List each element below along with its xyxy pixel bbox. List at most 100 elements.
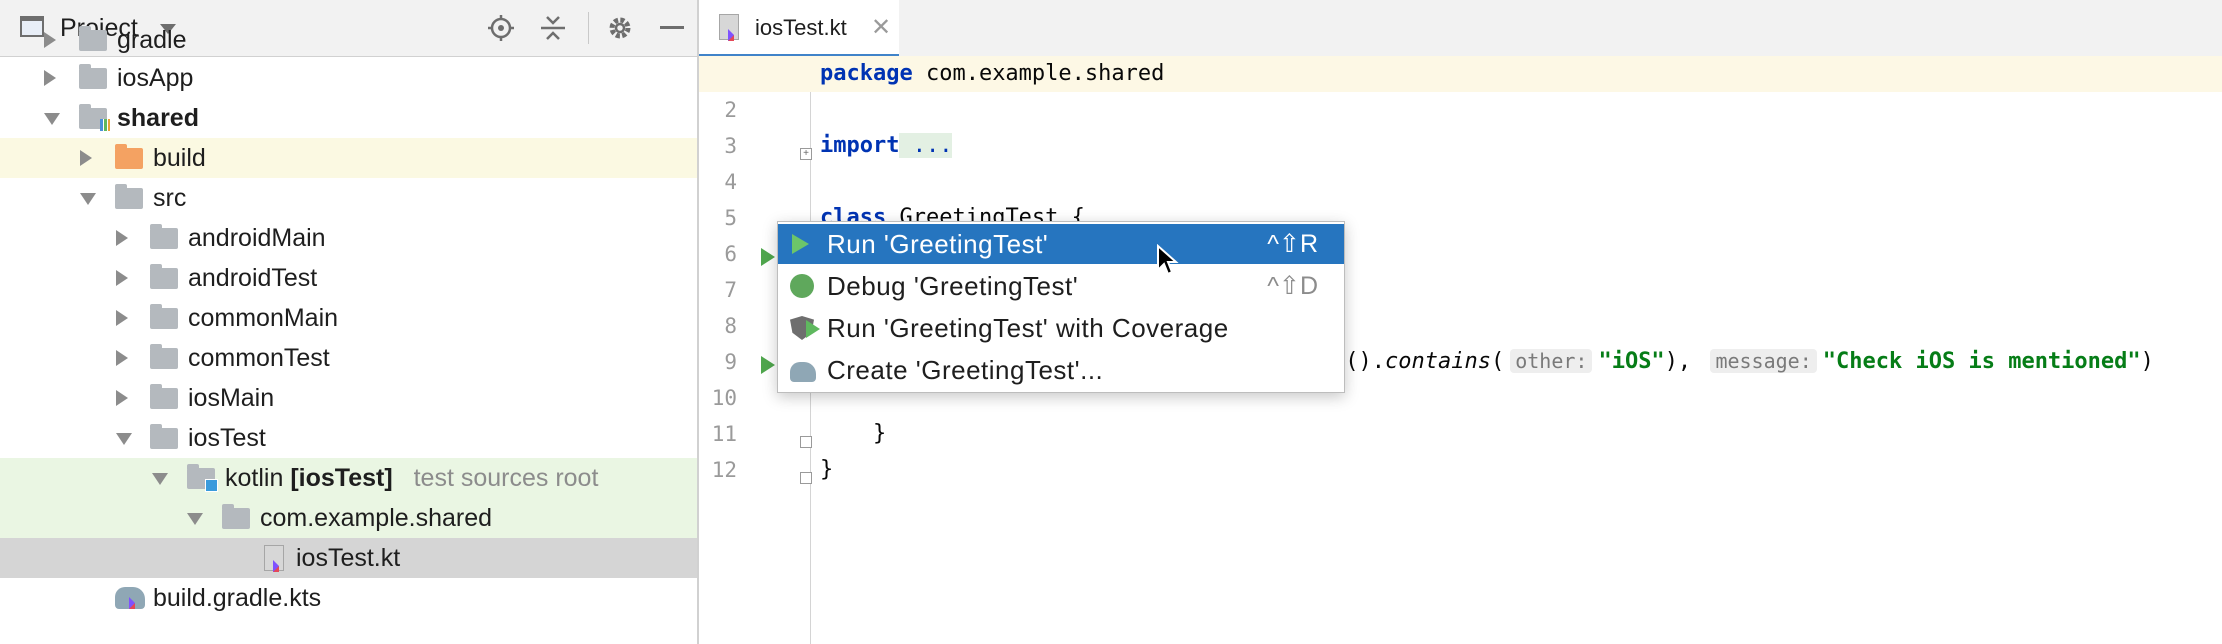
line-number: 8: [724, 314, 737, 338]
tree-item-src[interactable]: src: [0, 178, 697, 218]
fold-icon[interactable]: [800, 472, 812, 484]
menu-item-create-configuration[interactable]: Create 'GreetingTest'...: [778, 350, 1344, 390]
editor-tab-bar: iosTest.kt ✕: [699, 0, 2222, 57]
tree-item-name: kotlin: [225, 464, 284, 492]
folder-icon: [150, 344, 178, 369]
tree-item-label: androidTest: [188, 264, 318, 292]
menu-item-run-with-coverage[interactable]: Run 'GreetingTest' with Coverage: [778, 308, 1344, 348]
tree-item-iostest-kt[interactable]: iosTest.kt: [0, 538, 697, 578]
code-text: ): [2140, 349, 2154, 374]
collapse-arrow-icon[interactable]: [152, 473, 168, 485]
tab-iostest-kt[interactable]: iosTest.kt ✕: [699, 0, 899, 57]
gradle-elephant-icon: [790, 362, 816, 382]
code-line-10: g().contains(other: "iOS"), message: "Chec…: [1332, 349, 2154, 374]
tree-item-label: commonMain: [188, 304, 339, 332]
package-icon: [222, 504, 250, 529]
collapse-arrow-icon[interactable]: [116, 433, 132, 445]
line-number: 12: [711, 458, 737, 482]
parameter-hint: message:: [1710, 349, 1817, 373]
expand-arrow-icon[interactable]: [116, 390, 128, 406]
tree-item-label: kotlin [iosTest] test sources root: [225, 464, 598, 493]
expand-arrow-icon[interactable]: [116, 270, 128, 286]
tree-item-label: iosMain: [188, 384, 275, 412]
tree-item-build[interactable]: build: [0, 138, 697, 178]
tree-item-build-gradle-kts[interactable]: build.gradle.kts: [0, 578, 697, 618]
tree-item-label: src: [153, 184, 187, 212]
folder-icon: [79, 26, 107, 51]
function-call: contains: [1384, 349, 1491, 374]
run-gutter-icon[interactable]: [761, 356, 775, 374]
test-source-folder-icon: [187, 464, 218, 492]
code-text: ),: [1664, 349, 1705, 374]
tree-item-kotlin-iostest[interactable]: kotlin [iosTest] test sources root: [0, 458, 697, 498]
line-number: 7: [724, 278, 737, 302]
code-line-3: import ...: [820, 133, 953, 158]
parameter-hint: other:: [1510, 349, 1593, 373]
menu-item-label: Create 'GreetingTest'...: [827, 355, 1104, 385]
tree-item-iosapp[interactable]: iosApp: [0, 58, 697, 98]
tree-item-iostest[interactable]: iosTest: [0, 418, 697, 458]
source-set-tag: [iosTest]: [290, 464, 393, 492]
tab-label: iosTest.kt: [755, 15, 847, 40]
ide-window: Project gradle iosApp shared build src a…: [0, 0, 2222, 644]
tree-item-androidmain[interactable]: androidMain: [0, 218, 697, 258]
folder-icon: [150, 384, 178, 409]
tree-item-commonmain[interactable]: commonMain: [0, 298, 697, 338]
kotlin-file-icon: [719, 14, 739, 41]
expand-arrow-icon[interactable]: [80, 150, 92, 166]
collapse-arrow-icon[interactable]: [187, 513, 203, 525]
folded-imports[interactable]: ...: [899, 133, 953, 158]
line-number: 2: [724, 98, 737, 122]
expand-arrow-icon[interactable]: [116, 310, 128, 326]
line-number: 10: [711, 386, 737, 410]
tree-item-label: iosTest.kt: [296, 544, 401, 572]
expand-arrow-icon[interactable]: [116, 230, 128, 246]
tree-item-label: gradle: [117, 26, 187, 54]
fold-icon[interactable]: +: [800, 148, 812, 160]
tree-item-gradle[interactable]: gradle: [0, 20, 697, 60]
menu-item-run[interactable]: Run 'GreetingTest' ^⇧R: [778, 224, 1344, 264]
package-name: com.example.shared: [912, 61, 1165, 86]
folder-icon: [150, 304, 178, 329]
folder-icon: [79, 64, 107, 89]
tree-item-label: iosApp: [117, 64, 194, 92]
shortcut-label: ^⇧R: [1267, 230, 1318, 258]
code-line-12: }: [820, 457, 834, 482]
collapse-arrow-icon[interactable]: [44, 113, 60, 125]
tree-item-label: iosTest: [188, 424, 266, 452]
expand-arrow-icon[interactable]: [44, 32, 56, 48]
keyword: package: [820, 61, 913, 86]
expand-arrow-icon[interactable]: [116, 350, 128, 366]
line-number: 9: [724, 350, 737, 374]
gradle-kotlin-file-icon: [115, 587, 145, 609]
folder-icon: [150, 424, 178, 449]
fold-icon[interactable]: [800, 436, 812, 448]
code-line-11: }: [820, 421, 887, 446]
run-actions-popup: Run 'GreetingTest' ^⇧R Debug 'GreetingTe…: [777, 221, 1345, 393]
tree-item-label: androidMain: [188, 224, 326, 252]
tree-item-package[interactable]: com.example.shared: [0, 498, 697, 538]
tree-item-shared[interactable]: shared: [0, 98, 697, 138]
menu-item-debug[interactable]: Debug 'GreetingTest' ^⇧D: [778, 266, 1344, 306]
debug-icon: [790, 274, 814, 298]
run-icon: [792, 234, 809, 254]
expand-arrow-icon[interactable]: [44, 70, 56, 86]
menu-item-label: Run 'GreetingTest' with Coverage: [827, 313, 1229, 343]
collapse-arrow-icon[interactable]: [80, 193, 96, 205]
close-icon[interactable]: ✕: [871, 13, 891, 42]
menu-item-label: Debug 'GreetingTest': [827, 271, 1079, 301]
line-number: 4: [724, 170, 737, 194]
tree-item-iosmain[interactable]: iosMain: [0, 378, 697, 418]
tree-item-label: shared: [117, 104, 199, 132]
keyword: import: [820, 133, 900, 158]
line-number: 11: [711, 422, 737, 446]
shortcut-label: ^⇧D: [1267, 272, 1318, 300]
code-line-1: package com.example.shared: [820, 61, 1164, 86]
tree-item-androidtest[interactable]: androidTest: [0, 258, 697, 298]
tree-item-label: com.example.shared: [260, 504, 493, 532]
run-gutter-icon[interactable]: [761, 248, 775, 266]
kotlin-file-icon: [264, 545, 284, 572]
excluded-folder-icon: [115, 144, 143, 169]
line-number: 3: [724, 134, 737, 158]
tree-item-commontest[interactable]: commonTest: [0, 338, 697, 378]
